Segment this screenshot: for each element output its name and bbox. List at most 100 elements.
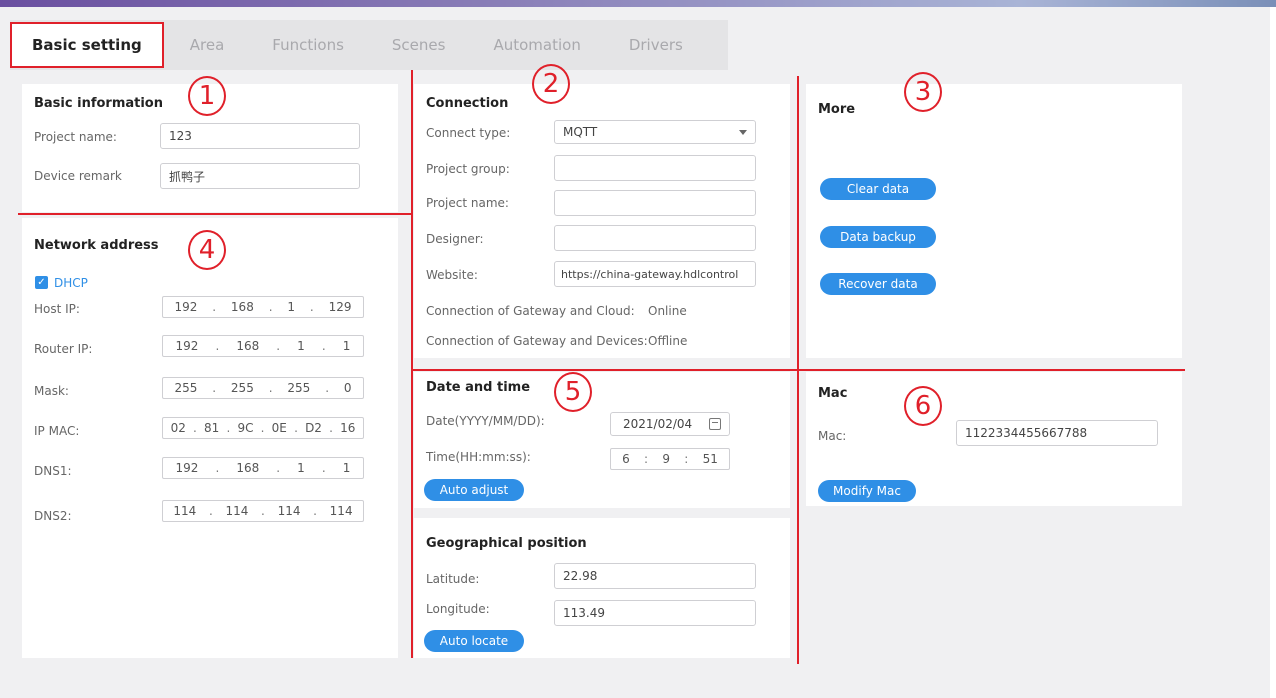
octet: 0E [271,421,287,435]
gateway-devices-label: Connection of Gateway and Devices: [426,334,648,348]
octet: 0 [343,381,352,395]
project-name-label: Project name: [34,130,117,144]
octet: D2 [305,421,322,435]
connect-type-select[interactable]: MQTT [554,120,756,144]
clear-data-button[interactable]: Clear data [820,178,936,200]
host-ip-label: Host IP: [34,302,80,316]
project-group-label: Project group: [426,162,510,176]
connect-type-value: MQTT [563,125,598,139]
router-ip-input[interactable]: 192. 168. 1. 1 [162,335,364,357]
octet: 114 [225,504,249,518]
router-ip-label: Router IP: [34,342,93,356]
geographical-position-card: Geographical position Latitude: 22.98 Lo… [414,518,790,658]
dns2-label: DNS2: [34,509,72,523]
recover-data-button[interactable]: Recover data [820,273,936,295]
gateway-cloud-status: Online [648,304,687,318]
ip-mac-label: IP MAC: [34,424,80,438]
octet: 255 [174,381,198,395]
auto-adjust-button[interactable]: Auto adjust [424,479,524,501]
mask-input[interactable]: 255. 255. 255. 0 [162,377,364,399]
octet: 1 [297,461,305,475]
time-hour: 6 [622,452,630,466]
date-value: 2021/02/04 [623,417,693,431]
annotation-marker-2: 2 [532,64,570,104]
project-name-input[interactable] [554,190,756,216]
website-input[interactable]: https://china-gateway.hdlcontrol [554,261,756,287]
mac-card: Mac Mac: 1122334455667788 Modify Mac [806,372,1182,506]
latitude-label: Latitude: [426,572,480,586]
octet: 81 [204,421,220,435]
time-second: 51 [702,452,718,466]
octet: 02 [170,421,186,435]
date-label: Date(YYYY/MM/DD): [426,414,545,428]
project-group-input[interactable] [554,155,756,181]
octet: 1 [342,461,351,475]
octet: 168 [230,300,254,314]
connection-title: Connection [426,96,509,111]
date-time-title: Date and time [426,380,531,395]
dhcp-checkbox[interactable]: ✓ [35,276,48,289]
right-edge [1270,7,1276,698]
longitude-input[interactable]: 113.49 [554,600,756,626]
octet: 1 [287,300,296,314]
octet: 168 [236,461,260,475]
octet: 192 [175,339,199,353]
octet: 255 [287,381,311,395]
modify-mac-button[interactable]: Modify Mac [818,480,916,502]
basic-information-title: Basic information [34,96,163,111]
mask-label: Mask: [34,384,69,398]
octet: 114 [173,504,197,518]
date-input[interactable]: 2021/02/04 [610,412,730,436]
annotation-marker-5: 5 [554,372,592,412]
dns1-input[interactable]: 192. 168. 1. 1 [162,457,364,479]
project-name-label: Project name: [426,196,509,210]
annotation-marker-6: 6 [904,386,942,426]
dns2-input[interactable]: 114. 114. 114. 114 [162,500,364,522]
octet: 129 [328,300,352,314]
time-input[interactable]: 6: 9: 51 [610,448,730,470]
data-backup-button[interactable]: Data backup [820,226,936,248]
network-address-title: Network address [34,238,159,253]
tab-scenes[interactable]: Scenes [368,22,470,68]
project-name-input[interactable]: 123 [160,123,360,149]
designer-label: Designer: [426,232,484,246]
annotation-marker-4: 4 [188,230,226,270]
gateway-devices-status: Offline [648,334,688,348]
octet: 192 [175,461,199,475]
host-ip-input[interactable]: 192. 168. 1. 129 [162,296,364,318]
gateway-cloud-label: Connection of Gateway and Cloud: [426,304,635,318]
auto-locate-button[interactable]: Auto locate [424,630,524,652]
octet: 16 [340,421,356,435]
ip-mac-input[interactable]: 02. 81. 9C. 0E. D2. 16 [162,417,364,439]
tab-drivers[interactable]: Drivers [605,22,707,68]
annotation-marker-3: 3 [904,72,942,112]
dhcp-label: DHCP [54,276,88,290]
more-card: More Clear data Data backup Recover data [806,84,1182,358]
annotation-divider [18,213,412,215]
octet: 192 [174,300,198,314]
octet: 9C [237,421,254,435]
annotation-divider [411,70,413,658]
time-label: Time(HH:mm:ss): [426,450,531,464]
octet: 255 [230,381,254,395]
designer-input[interactable] [554,225,756,251]
date-time-card: Date and time Date(YYYY/MM/DD): 2021/02/… [414,372,790,508]
mac-label: Mac: [818,429,847,443]
calendar-icon[interactable] [709,418,721,430]
more-title: More [818,102,856,117]
tab-area[interactable]: Area [166,22,249,68]
longitude-label: Longitude: [426,602,490,616]
tab-bar: Basic setting Area Functions Scenes Auto… [10,20,728,70]
annotation-divider [411,369,1185,371]
latitude-input[interactable]: 22.98 [554,563,756,589]
tab-automation[interactable]: Automation [469,22,604,68]
tab-functions[interactable]: Functions [248,22,368,68]
device-remark-input[interactable]: 抓鸭子 [160,163,360,189]
mac-input[interactable]: 1122334455667788 [956,420,1158,446]
mac-title: Mac [818,386,848,401]
website-label: Website: [426,268,478,282]
tab-basic-setting[interactable]: Basic setting [10,22,164,68]
chevron-down-icon [739,130,747,135]
device-remark-label: Device remark [34,169,122,183]
top-gradient-bar [0,0,1276,7]
